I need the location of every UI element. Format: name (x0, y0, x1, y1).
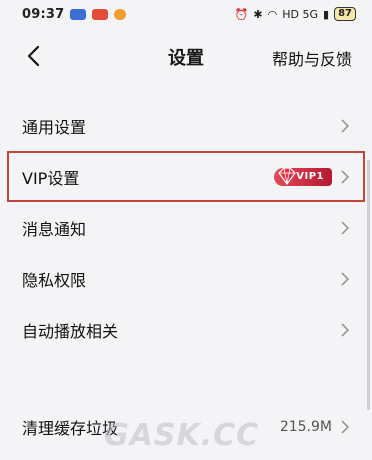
settings-item-label: 自动播放相关 (22, 321, 119, 341)
status-left: 09:37 (22, 6, 127, 22)
signal-icon: ▮ (323, 7, 330, 21)
settings-item-general[interactable]: 通用设置 (0, 100, 372, 151)
scrollbar[interactable] (367, 160, 370, 410)
status-bar: 09:37 ⏰ ✱ ◠ HD 5G ▮ 87 (0, 0, 372, 28)
settings-item-privacy[interactable]: 隐私权限 (0, 253, 372, 304)
status-time: 09:37 (22, 6, 65, 22)
chevron-right-icon (341, 271, 350, 286)
help-feedback-link[interactable]: 帮助与反馈 (272, 46, 352, 70)
diamond-icon (278, 166, 297, 185)
settings-item-label: 消息通知 (22, 219, 87, 239)
settings-list: 通用设置 VIP设置 VIP1 消息通知 隐私权限 自动播放相关 清理缓存垃圾 … (0, 100, 372, 452)
settings-item-label: 隐私权限 (22, 270, 87, 290)
settings-item-vip[interactable]: VIP设置 VIP1 (7, 151, 365, 202)
cache-size: 215.9M (279, 418, 332, 435)
app-notification-icon (92, 8, 109, 20)
chevron-right-icon (341, 220, 350, 235)
vip-badge: VIP1 (274, 166, 332, 186)
settings-item-label: 通用设置 (22, 117, 87, 137)
network-label: HD 5G (282, 7, 319, 21)
vip-level: VIP1 (296, 171, 324, 182)
watermark: GASK.CC (104, 418, 260, 453)
status-right: ⏰ ✱ ◠ HD 5G ▮ 87 (235, 7, 356, 21)
settings-item-autoplay[interactable]: 自动播放相关 (0, 304, 372, 355)
chevron-right-icon (341, 169, 350, 184)
weibo-icon (114, 8, 127, 20)
app-notification-icon (70, 8, 87, 20)
alarm-icon: ⏰ (234, 7, 249, 21)
chevron-left-icon (27, 45, 40, 67)
settings-item-notifications[interactable]: 消息通知 (0, 202, 372, 253)
bluetooth-icon: ✱ (253, 7, 263, 21)
chevron-right-icon (341, 322, 350, 337)
chevron-right-icon (341, 419, 350, 434)
settings-item-label: VIP设置 (22, 168, 80, 188)
back-button[interactable] (18, 40, 48, 72)
battery-icon: 87 (334, 7, 356, 21)
chevron-right-icon (341, 118, 350, 133)
nav-bar: 设置 帮助与反馈 (0, 34, 372, 78)
wifi-icon: ◠ (267, 7, 278, 21)
